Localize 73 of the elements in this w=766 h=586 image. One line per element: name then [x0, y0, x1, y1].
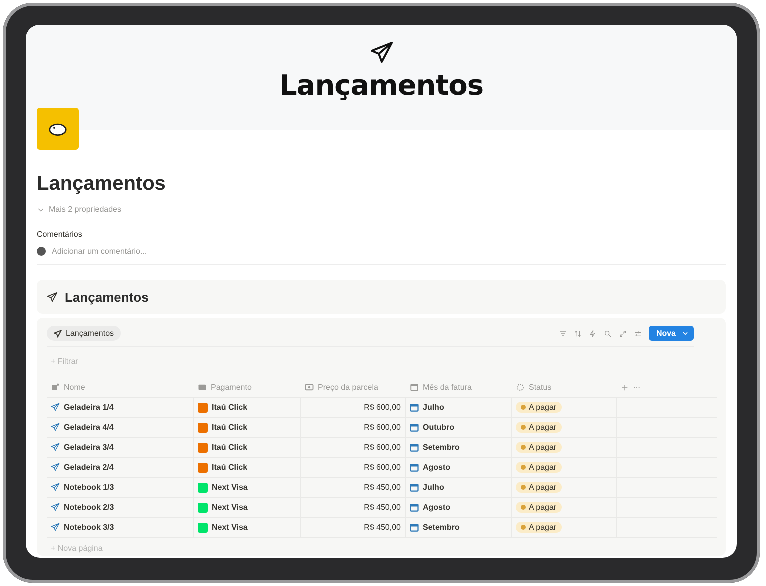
payment-link[interactable]: Next Visa: [212, 503, 248, 512]
row-title[interactable]: Geladeira 4/4: [64, 423, 114, 432]
settings-icon[interactable]: [634, 330, 642, 338]
calendar-icon: [410, 463, 419, 472]
chevron-down-icon: [682, 330, 689, 337]
card-icon: [198, 383, 207, 392]
paper-plane-icon: [51, 523, 60, 532]
comments-label: Comentários: [37, 230, 84, 239]
calendar-icon: [410, 503, 419, 512]
month-link[interactable]: Setembro: [423, 443, 460, 452]
status-icon: [516, 383, 525, 392]
payment-link[interactable]: Next Visa: [212, 483, 248, 492]
money-icon: [305, 383, 314, 392]
status-tag: A pagar: [516, 522, 562, 533]
calendar-icon: [410, 383, 419, 392]
row-title[interactable]: Notebook 1/3: [64, 483, 114, 492]
paper-plane-icon: [51, 423, 60, 432]
paper-plane-icon: [370, 41, 394, 65]
view-tab[interactable]: Lançamentos: [47, 326, 122, 341]
plus-icon[interactable]: [621, 384, 629, 392]
month-link[interactable]: Agosto: [423, 503, 451, 512]
sort-icon[interactable]: [574, 330, 582, 338]
row-title[interactable]: Geladeira 2/4: [64, 463, 114, 472]
month-link[interactable]: Setembro: [423, 523, 460, 532]
row-title[interactable]: Notebook 3/3: [64, 523, 114, 532]
payment-link[interactable]: Itaú Click: [212, 423, 248, 432]
row-title[interactable]: Geladeira 1/4: [64, 403, 114, 412]
database-title: Lançamentos: [65, 290, 149, 304]
price-text: R$ 600,00: [364, 443, 401, 452]
month-link[interactable]: Julho: [423, 483, 444, 492]
new-button[interactable]: Nova: [649, 326, 694, 341]
text-icon: [51, 383, 60, 392]
month-link[interactable]: Agosto: [423, 463, 451, 472]
row-title[interactable]: Geladeira 3/4: [64, 443, 114, 452]
price-text: R$ 450,00: [364, 523, 401, 532]
price-text: R$ 450,00: [364, 503, 401, 512]
paper-plane-icon: [51, 503, 60, 512]
status-tag: A pagar: [516, 442, 562, 453]
price-text: R$ 600,00: [364, 463, 401, 472]
paper-plane-icon: [51, 443, 60, 452]
month-link[interactable]: Julho: [423, 403, 444, 412]
search-icon[interactable]: [604, 330, 612, 338]
row-title[interactable]: Notebook 2/3: [64, 503, 114, 512]
filter-icon[interactable]: [559, 330, 568, 338]
paper-plane-icon: [47, 292, 58, 302]
status-tag: A pagar: [516, 482, 562, 493]
payment-link[interactable]: Itaú Click: [212, 403, 248, 412]
page-title: Lançamentos: [37, 173, 167, 196]
paper-plane-icon: [54, 330, 62, 338]
status-tag: A pagar: [516, 462, 562, 473]
expand-icon[interactable]: [619, 330, 628, 338]
price-text: R$ 600,00: [364, 403, 401, 412]
avatar: [37, 247, 46, 256]
payment-link[interactable]: Next Visa: [212, 523, 248, 532]
status-tag: A pagar: [516, 402, 562, 413]
status-tag: A pagar: [516, 422, 562, 433]
payment-link[interactable]: Itaú Click: [212, 463, 248, 472]
comment-field[interactable]: Adicionar um comentário...: [52, 247, 252, 256]
calendar-icon: [410, 423, 419, 432]
calendar-icon: [410, 483, 419, 492]
status-tag: A pagar: [516, 502, 562, 513]
calendar-icon: [410, 443, 419, 452]
price-text: R$ 600,00: [364, 423, 401, 432]
price-text: R$ 450,00: [364, 483, 401, 492]
paper-plane-icon: [51, 483, 60, 492]
payment-link[interactable]: Itaú Click: [212, 443, 248, 452]
paper-plane-icon: [51, 403, 60, 412]
cover-title: Lançamentos: [279, 69, 484, 102]
paper-plane-icon: [51, 463, 60, 472]
calendar-icon: [410, 523, 419, 532]
lightning-icon[interactable]: [589, 330, 598, 338]
month-link[interactable]: Outubro: [423, 423, 455, 432]
calendar-icon: [410, 403, 419, 412]
